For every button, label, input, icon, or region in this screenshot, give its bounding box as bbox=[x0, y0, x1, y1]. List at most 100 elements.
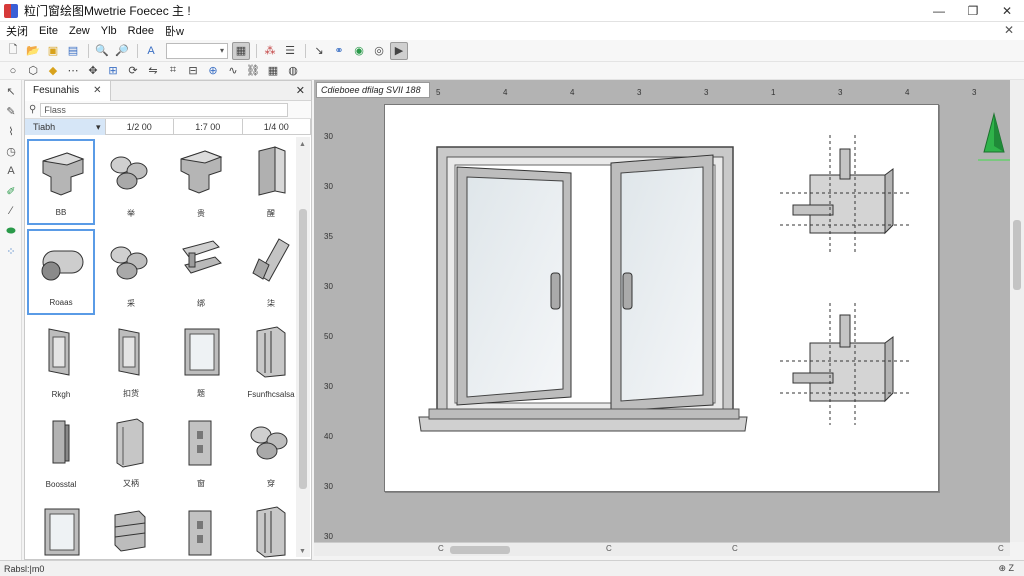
menu-close-icon[interactable]: ✕ bbox=[1004, 23, 1014, 37]
profile-item[interactable]: 绑 bbox=[167, 229, 235, 315]
align-tool-icon[interactable]: ⊟ bbox=[184, 62, 202, 80]
rotate-tool-icon[interactable]: ⟳ bbox=[124, 62, 142, 80]
table-tool-icon[interactable]: ▦ bbox=[264, 62, 282, 80]
globe-tool-icon[interactable]: ◍ bbox=[284, 62, 302, 80]
drawing-sheet[interactable] bbox=[384, 104, 939, 492]
scroll-thumb[interactable] bbox=[299, 209, 307, 489]
profile-item[interactable]: BB bbox=[27, 139, 95, 225]
profile-item[interactable]: Boosstal bbox=[27, 409, 95, 495]
ruler-tick-label: 3 bbox=[972, 88, 977, 97]
column-header-size3[interactable]: 1/4 00 bbox=[243, 118, 311, 135]
canvas-horizontal-scrollbar[interactable]: C C C C bbox=[314, 542, 1010, 556]
layers-icon[interactable]: ☰ bbox=[281, 42, 299, 60]
mirror-tool-icon[interactable]: ⇋ bbox=[144, 62, 162, 80]
menu-file[interactable]: 关闭 bbox=[4, 23, 37, 39]
scroll-up-icon[interactable]: ▲ bbox=[299, 141, 306, 148]
profile-item[interactable]: 题 bbox=[167, 319, 235, 405]
column-header-size1[interactable]: 1/2 00 bbox=[106, 118, 174, 135]
camera-icon[interactable]: ▶ bbox=[390, 41, 408, 60]
eye-icon[interactable]: ◎ bbox=[370, 42, 388, 60]
profile-item[interactable]: Roaas bbox=[27, 229, 95, 315]
column-header-type[interactable]: Tiabh ▾ bbox=[25, 118, 106, 135]
profile-item[interactable]: 柒 bbox=[237, 229, 295, 315]
circle-tool-icon[interactable]: ○ bbox=[4, 62, 22, 80]
orientation-arrow-icon[interactable] bbox=[974, 112, 1014, 172]
clock-tool-icon[interactable]: ◷ bbox=[1, 142, 21, 160]
profile-item[interactable]: 贵 bbox=[167, 139, 235, 225]
snap-tool-icon[interactable]: ⊞ bbox=[104, 62, 122, 80]
column-header-size2[interactable]: 1:7 00 bbox=[174, 118, 243, 135]
profile-item[interactable]: 又柄 bbox=[97, 409, 165, 495]
profile-item[interactable]: Fsunfhcsalsa bbox=[237, 319, 295, 405]
zoom-in-icon[interactable]: 🔍 bbox=[93, 42, 111, 60]
maximize-button[interactable]: ❐ bbox=[956, 0, 990, 22]
menu-window[interactable]: Rdee bbox=[126, 25, 163, 37]
node-edit-icon[interactable]: ⁂ bbox=[261, 42, 279, 60]
right-sash bbox=[610, 154, 714, 412]
profile-label: Fsunfhcsalsa bbox=[247, 390, 295, 399]
profile-item[interactable]: 醒 bbox=[237, 139, 295, 225]
profile-item[interactable]: 举 bbox=[97, 139, 165, 225]
profile-item[interactable]: 穿 bbox=[237, 409, 295, 495]
zoom-status[interactable]: ⊕ Z bbox=[998, 563, 1014, 574]
bezier-tool-icon[interactable]: ⌇ bbox=[1, 122, 21, 140]
ruler-tick-label: 3 bbox=[704, 88, 709, 97]
brush-tool-icon[interactable]: ✐ bbox=[1, 182, 21, 200]
curve-tool-icon[interactable]: ∿ bbox=[224, 62, 242, 80]
canvas-scroll-thumb[interactable] bbox=[1013, 220, 1021, 290]
profile-thumbnail-icon bbox=[182, 240, 222, 274]
profile-item[interactable]: 沿赤 bbox=[97, 499, 165, 561]
fill-tool-icon[interactable]: ◆ bbox=[44, 62, 62, 80]
grid-tool-icon[interactable]: ⋯ bbox=[64, 62, 82, 80]
search-icon: ⚲ bbox=[29, 104, 37, 115]
hscroll-thumb[interactable] bbox=[450, 546, 510, 554]
profile-item[interactable]: Bnaee bbox=[27, 499, 95, 561]
profile-item[interactable]: 扣货 bbox=[97, 319, 165, 405]
profile-thumbnail-icon bbox=[118, 328, 140, 376]
export-icon[interactable]: ▤ bbox=[64, 42, 82, 60]
select-tool-icon[interactable]: ▦ bbox=[232, 41, 250, 60]
profile-item[interactable]: 窗 bbox=[167, 409, 235, 495]
profile-thumbnail-icon bbox=[110, 246, 148, 280]
measure-tool-icon[interactable]: ⊕ bbox=[204, 62, 222, 80]
minimize-button[interactable]: — bbox=[922, 0, 956, 22]
profile-item[interactable]: 采 bbox=[97, 229, 165, 315]
profile-item[interactable]: Rkgh bbox=[27, 319, 95, 405]
pointer-icon[interactable]: ↘ bbox=[310, 42, 328, 60]
panel-close-icon[interactable]: ✕ bbox=[296, 84, 305, 97]
chain-tool-icon[interactable]: ⛓ bbox=[244, 62, 262, 80]
window-sill bbox=[418, 408, 748, 432]
search-input[interactable]: Flass bbox=[40, 102, 289, 117]
panel-tab-features[interactable]: Fesunahis ✕ bbox=[25, 80, 111, 101]
link-icon[interactable]: ⚭ bbox=[330, 42, 348, 60]
menu-tools[interactable]: Ylb bbox=[99, 25, 126, 37]
scatter-tool-icon[interactable]: ⁘ bbox=[1, 242, 21, 260]
paint-tool-icon[interactable]: ⬬ bbox=[1, 222, 21, 240]
style-combo[interactable]: ▾ bbox=[166, 42, 228, 59]
save-icon[interactable]: ▣ bbox=[44, 42, 62, 60]
menu-help[interactable]: 卧w bbox=[163, 23, 193, 39]
text-tool-icon[interactable]: A bbox=[1, 162, 21, 180]
arrow-tool-icon[interactable]: ↖ bbox=[1, 82, 21, 100]
document-tab[interactable]: Cdieboee dfilag SVII 188 bbox=[316, 82, 430, 98]
toolbar-separator bbox=[137, 43, 138, 58]
pen-tool-icon[interactable]: ✎ bbox=[1, 102, 21, 120]
zoom-out-icon[interactable]: 🔎 bbox=[113, 42, 131, 60]
open-folder-icon[interactable]: 📂 bbox=[24, 42, 42, 60]
profile-item[interactable]: 抽乳 bbox=[167, 499, 235, 561]
drawing-canvas[interactable]: Cdieboee dfilag SVII 188 544331343 30 30 3… bbox=[314, 80, 1010, 542]
tab-close-icon[interactable]: ✕ bbox=[93, 85, 101, 96]
refresh-icon[interactable]: ◉ bbox=[350, 42, 368, 60]
menu-edit[interactable]: Eite bbox=[37, 25, 67, 37]
line-tool-icon[interactable]: ∕ bbox=[1, 202, 21, 220]
menu-view[interactable]: Zew bbox=[67, 25, 99, 37]
profile-item[interactable]: 炳 bbox=[237, 499, 295, 561]
text-style-icon[interactable]: A bbox=[142, 42, 160, 60]
move-tool-icon[interactable]: ✥ bbox=[84, 62, 102, 80]
shape-tool-icon[interactable]: ⬡ bbox=[24, 62, 42, 80]
new-file-icon[interactable]: 🗋 bbox=[4, 42, 22, 60]
close-button[interactable]: ✕ bbox=[990, 0, 1024, 22]
scroll-down-icon[interactable]: ▼ bbox=[299, 548, 306, 555]
panel-scrollbar[interactable]: ▲ ▼ bbox=[296, 137, 310, 557]
dimension-tool-icon[interactable]: ⌗ bbox=[164, 62, 182, 80]
